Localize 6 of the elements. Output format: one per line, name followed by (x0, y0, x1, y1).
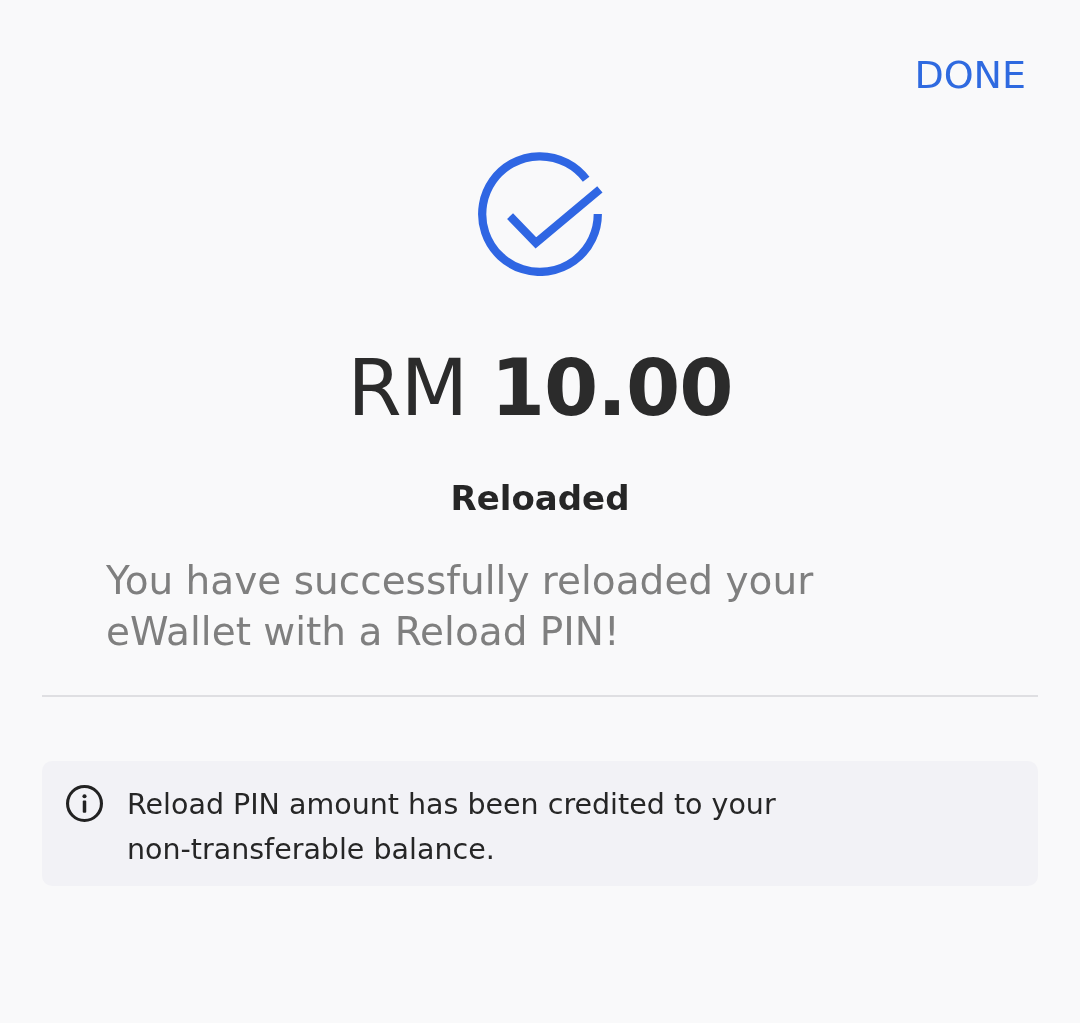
info-icon (66, 785, 103, 822)
notice-text: Reload PIN amount has been credited to your non-transferable balance. (127, 787, 777, 868)
status-title: Reloaded (449, 478, 631, 519)
success-message: You have successfully reloaded your eWallet with a Reload PIN! (106, 557, 815, 656)
done-button[interactable]: DONE (914, 52, 1026, 98)
amount-text: RM 10.00 (346, 342, 734, 435)
